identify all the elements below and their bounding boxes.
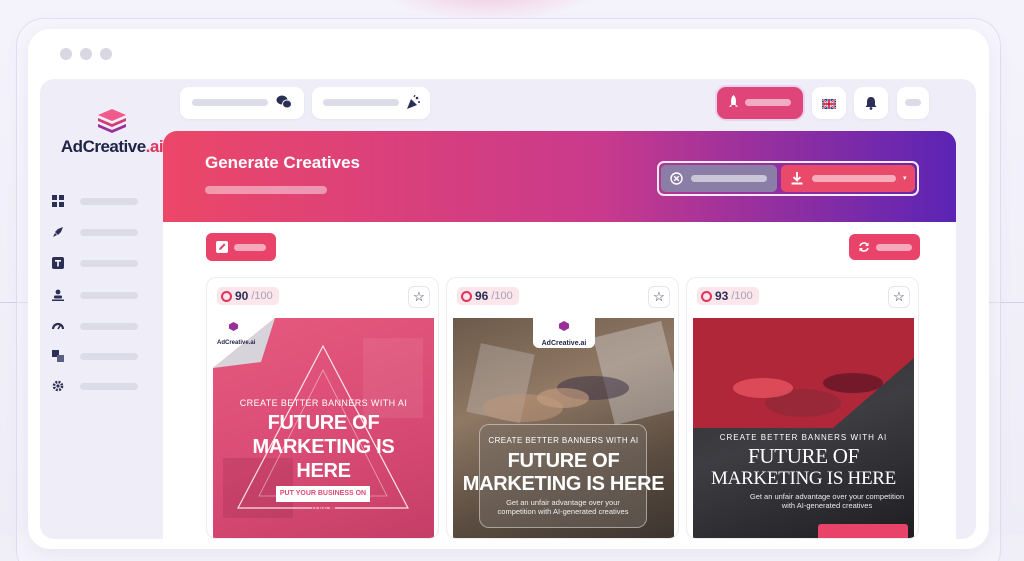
sidebar-item-label bbox=[80, 352, 138, 360]
background-glow bbox=[380, 0, 600, 20]
score-badge: 90 /100 bbox=[217, 287, 279, 305]
banner-tagline: CREATE BETTER BANNERS WITH AI bbox=[488, 436, 639, 445]
layers-icon bbox=[52, 350, 64, 362]
score-gauge-icon bbox=[221, 290, 232, 302]
sidebar-item-texts[interactable] bbox=[52, 257, 138, 269]
language-selector[interactable] bbox=[812, 87, 846, 119]
cancel-button[interactable] bbox=[661, 165, 777, 192]
gauge-icon bbox=[51, 320, 65, 332]
banner-tagline: CREATE BETTER BANNERS WITH AI bbox=[719, 433, 888, 442]
launch-button[interactable] bbox=[717, 87, 803, 119]
topbar-chat-pill[interactable] bbox=[180, 87, 304, 119]
sidebar-item-audiences[interactable] bbox=[52, 289, 138, 301]
confetti-icon bbox=[406, 94, 421, 113]
banner-tagline: CREATE BETTER BANNERS WITH AI bbox=[239, 398, 408, 408]
topbar-pill-label bbox=[323, 99, 399, 106]
sidebar-item-layers[interactable] bbox=[52, 350, 138, 362]
audience-icon bbox=[52, 289, 64, 301]
profile-menu-label bbox=[905, 99, 921, 106]
logo-cube-icon bbox=[95, 107, 129, 135]
text-icon bbox=[52, 257, 64, 269]
edit-button-label bbox=[234, 244, 266, 251]
banner-headline: FUTURE OF bbox=[267, 412, 380, 434]
favorite-star-icon[interactable]: ☆ bbox=[888, 286, 910, 308]
favorite-star-icon[interactable]: ☆ bbox=[408, 286, 430, 308]
regenerate-button[interactable] bbox=[849, 234, 920, 260]
sidebar-item-dashboard[interactable] bbox=[52, 195, 138, 207]
score-gauge-icon bbox=[701, 290, 712, 302]
rocket-icon bbox=[52, 226, 64, 238]
flag-uk-icon bbox=[821, 98, 837, 112]
window-controls bbox=[60, 48, 112, 60]
profile-menu[interactable] bbox=[897, 87, 929, 119]
favorite-star-icon[interactable]: ☆ bbox=[648, 286, 670, 308]
window-dot bbox=[100, 48, 112, 60]
score-badge: 93 /100 bbox=[697, 287, 759, 305]
brand-logo[interactable]: AdCreative.ai bbox=[52, 107, 172, 157]
sidebar-item-label bbox=[80, 228, 138, 236]
banner-headline: MARKETING IS HERE bbox=[462, 473, 665, 495]
window-dot bbox=[60, 48, 72, 60]
window-dot bbox=[80, 48, 92, 60]
sidebar-item-settings[interactable] bbox=[52, 380, 138, 392]
topbar-pill-label bbox=[192, 99, 268, 106]
score-badge: 96 /100 bbox=[457, 287, 519, 305]
page-title: Generate Creatives bbox=[205, 153, 360, 172]
close-circle-icon bbox=[670, 172, 683, 188]
sidebar-item-label bbox=[80, 259, 138, 267]
edit-icon bbox=[216, 241, 228, 256]
creative-preview[interactable]: AdCreative.ai CREATE BETTER BANNERS WITH… bbox=[213, 318, 434, 538]
download-button-label bbox=[812, 175, 896, 182]
banner-logo: AdCreative.ai bbox=[217, 322, 267, 349]
launch-button-label bbox=[745, 99, 791, 106]
sidebar-item-label bbox=[80, 197, 138, 205]
banner-logo: AdCreative.ai bbox=[533, 318, 595, 348]
banner-headline: HERE bbox=[296, 460, 351, 482]
banner-body: Get an unfair advantage over your compet… bbox=[749, 492, 905, 510]
sidebar-item-campaigns[interactable] bbox=[52, 226, 138, 238]
creative-preview[interactable]: AdCreative.ai CREATE BETTER BANNERS WITH… bbox=[453, 318, 674, 538]
page-subtitle bbox=[205, 186, 327, 194]
download-icon bbox=[791, 172, 803, 188]
sidebar-item-insights[interactable] bbox=[51, 320, 138, 332]
notifications-button[interactable] bbox=[854, 87, 888, 119]
bell-icon bbox=[865, 96, 877, 113]
rocket-icon bbox=[727, 95, 740, 112]
score-gauge-icon bbox=[461, 290, 472, 302]
download-button[interactable]: ▾ bbox=[781, 165, 915, 192]
edit-button[interactable] bbox=[206, 233, 276, 261]
chevron-down-icon: ▾ bbox=[903, 175, 907, 182]
sidebar-item-label bbox=[80, 322, 138, 330]
app-shell: AdCreative.ai Generate Creatives ▾ 90 /1… bbox=[40, 79, 976, 539]
creatives-panel: 90 /100 ☆ AdCreative.ai CREATE BETTER BA… bbox=[163, 222, 956, 539]
refresh-icon bbox=[858, 241, 870, 256]
header-actions: ▾ bbox=[657, 161, 919, 196]
banner-headline: FUTURE OF bbox=[747, 444, 860, 468]
creative-card[interactable]: 90 /100 ☆ AdCreative.ai CREATE BETTER BA… bbox=[206, 277, 439, 539]
cancel-button-label bbox=[691, 175, 767, 182]
creative-card[interactable]: 93 /100 ☆ CREATE BETTER BANNERS WITH AI … bbox=[686, 277, 919, 539]
sidebar-item-label bbox=[80, 382, 138, 390]
page-header: Generate Creatives ▾ bbox=[163, 131, 956, 222]
banner-cta: PUT YOUR BUSINESS ON TOP! ❤ bbox=[276, 486, 370, 513]
banner-body: Get an unfair advantage over your compet… bbox=[497, 498, 629, 516]
logo-text: AdCreative.ai bbox=[60, 137, 164, 156]
banner-headline: MARKETING IS HERE bbox=[711, 468, 896, 489]
banner-headline: MARKETING IS bbox=[252, 436, 395, 458]
dashboard-icon bbox=[52, 195, 64, 207]
creative-card[interactable]: 96 /100 ☆ AdCreative.ai CREATE BETTER BA… bbox=[446, 277, 679, 539]
chat-icon bbox=[276, 95, 292, 112]
sidebar-item-label bbox=[80, 291, 138, 299]
topbar-updates-pill[interactable] bbox=[312, 87, 430, 119]
regenerate-button-label bbox=[876, 244, 912, 251]
banner-headline: FUTURE OF bbox=[507, 450, 620, 472]
gear-icon bbox=[52, 380, 64, 392]
creative-preview[interactable]: CREATE BETTER BANNERS WITH AI FUTURE OF … bbox=[693, 318, 914, 538]
